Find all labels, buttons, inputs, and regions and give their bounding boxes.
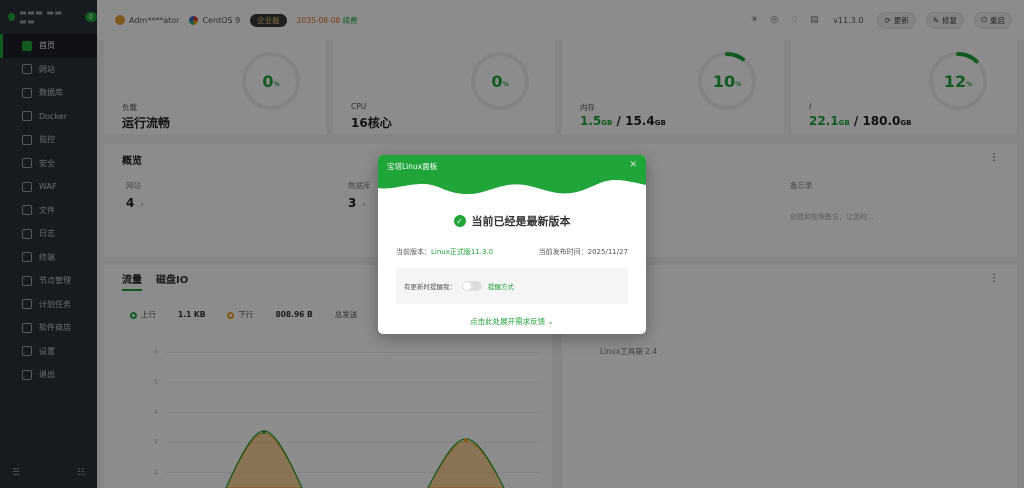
current-version-value: Linux正式版11.3.0	[431, 248, 494, 256]
feedback-expand-link[interactable]: 点击此处展开需求反馈 ⌄	[378, 316, 646, 327]
update-dialog: 宝塔Linux面板 ✕ ✓ 当前已经是最新版本 当前版本：Linux正式版11.…	[378, 155, 646, 334]
dialog-title: 宝塔Linux面板	[387, 162, 438, 171]
current-version: 当前版本：Linux正式版11.3.0	[396, 247, 493, 257]
version-info: 当前版本：Linux正式版11.3.0 当前发布时间：2025/11/27	[396, 247, 628, 257]
remind-label: 有更新时提醒我：	[404, 283, 456, 291]
status-text: 当前已经是最新版本	[471, 215, 571, 228]
remind-setting: 有更新时提醒我： 提醒方式	[396, 268, 628, 304]
remind-method-link[interactable]: 提醒方式	[488, 281, 514, 291]
release-time-value: 2025/11/27	[587, 248, 628, 256]
current-version-label: 当前版本：	[396, 248, 431, 256]
release-time-label: 当前发布时间：	[538, 248, 588, 256]
remind-toggle[interactable]	[462, 281, 482, 291]
release-time: 当前发布时间：2025/11/27	[539, 247, 628, 257]
check-icon: ✓	[453, 215, 466, 227]
close-icon[interactable]: ✕	[629, 160, 637, 170]
update-status: ✓ 当前已经是最新版本	[378, 213, 646, 229]
